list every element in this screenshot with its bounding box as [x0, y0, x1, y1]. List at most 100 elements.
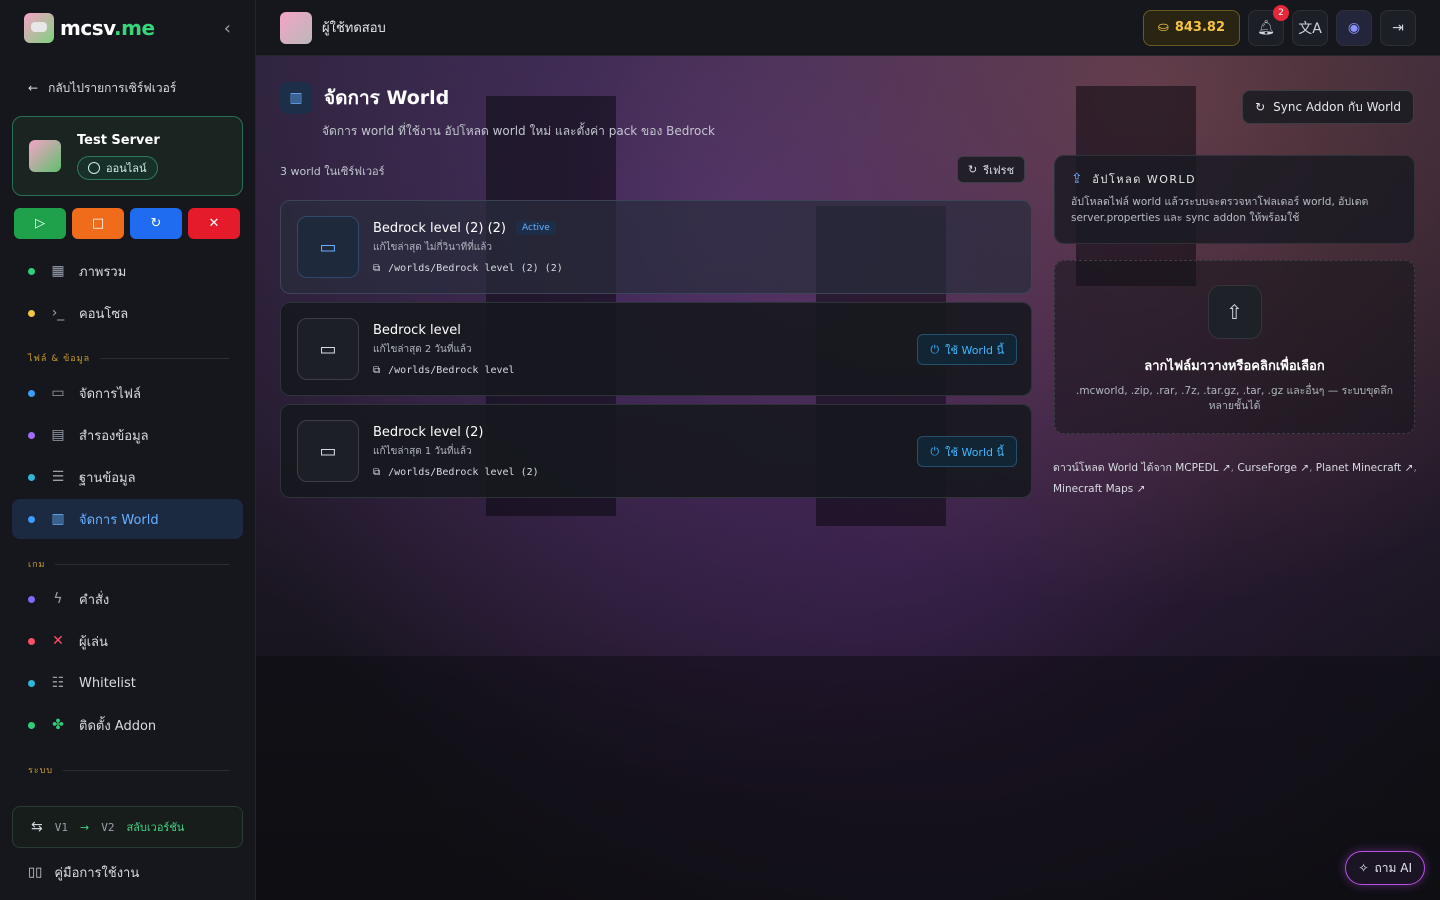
section-label-game: เกม [28, 557, 229, 571]
refresh-icon: ↻ [1255, 100, 1266, 114]
top-actions: ⛀ 843.82 🔔︎ 2 文A ◉ ⇥ [1142, 4, 1416, 46]
sidebar-item-files[interactable]: ▭ จัดการไฟล์ [12, 373, 243, 413]
sidebar-item-label: ผู้เล่น [79, 634, 108, 650]
swords-icon: ✕ [52, 633, 64, 649]
world-card[interactable]: ▭ Bedrock level แก้ไขล่าสุด 2 วันที่แล้ว… [280, 302, 1032, 396]
power-icon: ⏻ [930, 444, 940, 458]
terminal-icon: ›_ [51, 305, 65, 321]
sidebar-item-label: ฐานข้อมูล [79, 470, 136, 486]
world-name: Bedrock level (2) (2) [373, 220, 506, 236]
list-check-icon: ☷ [51, 675, 65, 691]
user-name: ผู้ใช้ทดสอบ [322, 21, 386, 36]
sidebar-item-label: จัดการไฟล์ [79, 386, 141, 402]
sparkle-icon: ✧ [1358, 861, 1369, 875]
back-to-servers-link[interactable]: ← กลับไปรายการเซิร์ฟเวอร์ [28, 72, 255, 104]
link-minecraft-maps[interactable]: Minecraft Maps ↗ [1053, 483, 1145, 495]
world-name: Bedrock level (2) [373, 424, 484, 440]
play-icon: ▷ [35, 216, 45, 231]
version-from: V1 [54, 820, 68, 834]
ask-ai-label: ถาม AI [1374, 860, 1412, 875]
start-button[interactable]: ▷ [14, 208, 66, 239]
bell-icon: 🔔︎ [1257, 19, 1275, 36]
axolotl-logo-icon [24, 13, 54, 43]
user-guide-link[interactable]: ▯▯ คู่มือการใช้งาน [28, 862, 139, 883]
dropzone-title: ลากไฟล์มาวางหรือคลิกเพื่อเลือก [1144, 359, 1325, 374]
sidebar-item-label: ติดตั้ง Addon [79, 718, 157, 734]
restart-button[interactable]: ↻ [130, 208, 182, 239]
section-label-files: ไฟล์ & ข้อมูล [28, 351, 229, 365]
translate-icon: 文A [1298, 20, 1322, 37]
external-link-icon: ↗ [1136, 483, 1146, 495]
back-link-label: กลับไปรายการเซิร์ฟเวอร์ [48, 80, 177, 95]
use-world-button[interactable]: ⏻ ใช้ World นี้ [917, 334, 1017, 365]
use-world-button[interactable]: ⏻ ใช้ World นี้ [917, 436, 1017, 467]
notifications-button[interactable]: 🔔︎ 2 [1248, 4, 1289, 46]
sync-addon-button[interactable]: ↻ Sync Addon กับ World [1242, 90, 1414, 124]
active-badge: Active [516, 221, 556, 235]
link-curseforge[interactable]: CurseForge ↗ [1237, 462, 1309, 474]
world-path: /worlds/Bedrock level (2) (2) [388, 262, 563, 274]
sidebar-item-backup[interactable]: ▤ สำรองข้อมูล [12, 415, 243, 455]
map-icon: ▥ [280, 82, 312, 114]
collapse-sidebar-icon[interactable]: ‹ [224, 18, 231, 39]
sidebar-item-commands[interactable]: ϟ คำสั่ง [12, 579, 243, 619]
download-prefix: ดาวน์โหลด World ได้จาก [1053, 462, 1172, 474]
use-world-label: ใช้ World นี้ [945, 343, 1004, 357]
switch-version-label: สลับเวอร์ชัน [126, 821, 185, 834]
sidebar-item-overview[interactable]: ▦ ภาพรวม [12, 251, 243, 291]
status-dot [28, 595, 35, 603]
link-planet-minecraft[interactable]: Planet Minecraft ↗ [1316, 462, 1414, 474]
bolt-icon: ϟ [53, 591, 63, 607]
sidebar-item-players[interactable]: ✕ ผู้เล่น [12, 621, 243, 661]
refresh-button[interactable]: ↻ รีเฟรช [957, 156, 1026, 183]
status-dot [28, 679, 35, 687]
sidebar-item-label: จัดการ World [79, 512, 159, 528]
stop-button[interactable]: □ [72, 208, 124, 239]
refresh-label: รีเฟรช [983, 163, 1015, 177]
logout-button[interactable]: ⇥ [1380, 9, 1416, 46]
kill-button[interactable]: ✕ [188, 208, 240, 239]
upload-icon: ⇧ [1207, 285, 1262, 339]
ask-ai-button[interactable]: ✧ ถาม AI [1345, 851, 1425, 885]
world-card[interactable]: ▭ Bedrock level (2) แก้ไขล่าสุด 1 วันที่… [280, 404, 1032, 498]
coin-balance-button[interactable]: ⛀ 843.82 [1142, 9, 1240, 46]
discord-icon: ◉ [1347, 19, 1361, 36]
archive-icon: ▤ [51, 427, 65, 443]
brand-logo[interactable]: mcsv.me [60, 16, 155, 40]
page-title: จัดการ World [324, 87, 450, 109]
sidebar-item-worlds[interactable]: ▥ จัดการ World [12, 499, 243, 539]
upload-info-panel: ⇪ อัปโหลด WORLD อัปโหลดไฟล์ world แล้วระบ… [1054, 155, 1415, 244]
status-dot [28, 637, 35, 645]
server-card[interactable]: Test Server ออนไลน์ [12, 116, 243, 196]
sidebar: mcsv.me ‹ ← กลับไปรายการเซิร์ฟเวอร์ Test… [0, 0, 256, 900]
logout-icon: ⇥ [1392, 19, 1404, 36]
status-badge: ออนไลน์ [77, 155, 158, 180]
arrow-right-icon: → [79, 820, 90, 834]
world-card[interactable]: ▭ Bedrock level (2) (2) Active แก้ไขล่าสุ… [280, 200, 1032, 294]
main-content: ▥ จัดการ World จัดการ world ที่ใช้งาน อั… [256, 56, 1440, 900]
copy-icon[interactable]: ⧉ [373, 263, 380, 274]
copy-icon[interactable]: ⧉ [373, 365, 380, 376]
sidebar-item-whitelist[interactable]: ☷ Whitelist [12, 663, 243, 703]
discord-button[interactable]: ◉ [1336, 9, 1372, 46]
upload-description: อัปโหลดไฟล์ world แล้วระบบจะตรวจหาโฟลเดอ… [1071, 196, 1369, 225]
world-edited: แก้ไขล่าสุด 1 วันที่แล้ว [373, 445, 472, 457]
language-button[interactable]: 文A [1292, 9, 1328, 46]
server-avatar [29, 140, 61, 172]
topbar: ผู้ใช้ทดสอบ ⛀ 843.82 🔔︎ 2 文A ◉ ⇥ [256, 0, 1440, 56]
sidebar-item-addon[interactable]: ✤ ติดตั้ง Addon [12, 705, 243, 745]
refresh-icon: ↻ [968, 163, 978, 176]
guide-label: คู่มือการใช้งาน [54, 866, 140, 881]
stop-icon: □ [91, 216, 105, 231]
sidebar-item-label: Whitelist [79, 675, 136, 691]
file-dropzone[interactable]: ⇧ ลากไฟล์มาวางหรือคลิกเพื่อเลือก .mcworl… [1054, 260, 1415, 434]
avatar[interactable] [280, 11, 312, 44]
sidebar-item-database[interactable]: ☰ ฐานข้อมูล [12, 457, 243, 497]
link-mcpedl[interactable]: MCPEDL ↗ [1175, 462, 1230, 474]
world-name: Bedrock level [373, 322, 461, 338]
switch-version-button[interactable]: ⇆ V1 → V2 สลับเวอร์ชัน [12, 806, 243, 848]
background-art [256, 656, 1440, 900]
copy-icon[interactable]: ⧉ [373, 467, 380, 478]
check-circle-icon [88, 161, 100, 174]
sidebar-item-console[interactable]: ›_ คอนโซล [12, 293, 243, 333]
